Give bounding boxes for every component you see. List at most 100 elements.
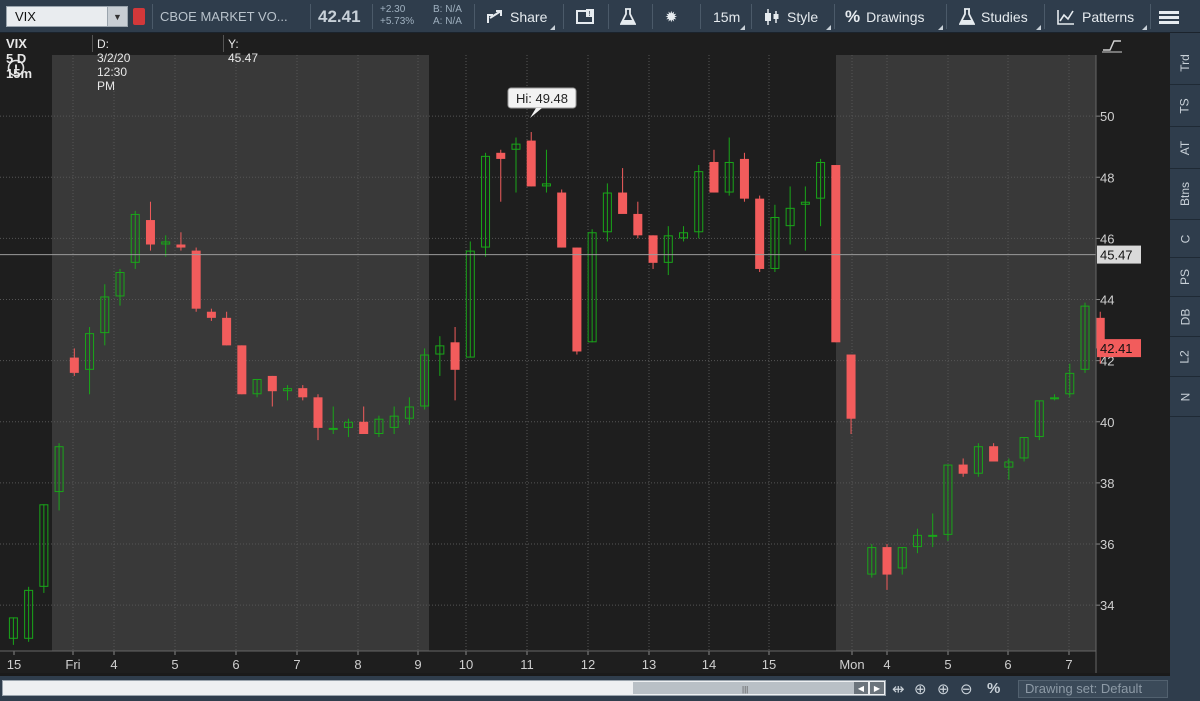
- gear-icon: ✹: [665, 8, 678, 26]
- candle-body: [206, 311, 216, 318]
- divider: [1150, 4, 1151, 29]
- x-tick-label: 4: [110, 657, 117, 672]
- settings-button[interactable]: ✹: [665, 0, 678, 33]
- x-tick-label: Mon: [839, 657, 864, 672]
- candlestick-chart[interactable]: 34363840424446485015 Fri 4 5 6 7 8 9 10 11 12 13 14 1…: [0, 33, 1170, 673]
- candle-body: [85, 333, 95, 370]
- ask-value: A: N/A: [433, 16, 462, 27]
- divider: [310, 4, 311, 29]
- dropdown-corner-icon: [938, 25, 943, 30]
- flask-button[interactable]: [620, 0, 636, 33]
- x-tick-label: 10: [459, 657, 473, 672]
- candle-body: [435, 345, 445, 355]
- candle-body: [694, 171, 704, 233]
- y-tick-label: 48: [1100, 170, 1114, 185]
- dropdown-corner-icon: [740, 25, 745, 30]
- high-callout-label: Hi: 49.48: [516, 91, 568, 106]
- divider: [474, 4, 475, 29]
- sidebar-tab-c[interactable]: C: [1170, 220, 1200, 258]
- symbol-input[interactable]: VIX: [7, 9, 107, 24]
- candle-body: [770, 216, 780, 269]
- share-button[interactable]: Share: [486, 0, 547, 33]
- sidebar-tab-ts[interactable]: TS: [1170, 85, 1200, 127]
- candle-body: [404, 406, 414, 419]
- pan-icon[interactable]: ⇹: [892, 680, 905, 698]
- candle-body: [1034, 400, 1044, 438]
- candle-body: [989, 446, 999, 462]
- last-price-label: 42.41: [1100, 341, 1133, 356]
- symbol-selector[interactable]: VIX ▼: [6, 6, 128, 27]
- candle-body: [359, 421, 369, 434]
- share-label: Share: [510, 8, 548, 25]
- candle-body: [298, 388, 308, 398]
- timeframe-button[interactable]: 15m: [713, 0, 740, 33]
- style-button[interactable]: Style: [763, 0, 818, 33]
- net-change: +2.30 +5.73%: [380, 4, 414, 28]
- price-chart[interactable]: 34 36 38 40 42 44 46 48 50 15 Fri 4 5 6 7 8 9 10 11 12 13 14 1…: [0, 33, 1170, 673]
- sidebar-tab-l2[interactable]: L2: [1170, 337, 1200, 377]
- chart-title: VIX 5 D 15m: [6, 36, 33, 81]
- horizontal-scrollbar[interactable]: ||| ◀ ▶: [2, 680, 886, 696]
- percent-icon: %: [845, 6, 861, 26]
- patterns-icon: [1057, 9, 1074, 25]
- zoom-out-icon[interactable]: ⊖: [960, 680, 973, 698]
- bid-ask: B: N/A A: N/A: [433, 4, 462, 28]
- sidebar-tab-label: Btns: [1177, 181, 1192, 207]
- sidebar-tab-db[interactable]: DB: [1170, 297, 1200, 337]
- menu-button[interactable]: [1158, 0, 1180, 33]
- sidebar-tab-at[interactable]: AT: [1170, 127, 1200, 169]
- symbol-description: CBOE MARKET VO...: [160, 9, 288, 24]
- candle-body: [1065, 372, 1075, 395]
- x-tick-label: 14: [702, 657, 716, 672]
- candle-body: [69, 357, 79, 373]
- candle-body: [100, 296, 110, 334]
- zoom-in-icon[interactable]: ⊕: [937, 680, 950, 698]
- candle-body: [24, 589, 34, 639]
- candle-body: [343, 421, 353, 428]
- scroll-left-icon[interactable]: ◀: [854, 682, 868, 694]
- x-tick-label: 5: [944, 657, 951, 672]
- expand-chart-icon[interactable]: [1100, 37, 1124, 53]
- patterns-button[interactable]: Patterns: [1056, 0, 1134, 33]
- drawings-button[interactable]: % Drawings: [845, 0, 924, 33]
- crosshair-icon[interactable]: ⊕: [914, 680, 927, 698]
- divider: [608, 4, 609, 29]
- alerts-button[interactable]: !: [576, 0, 596, 33]
- chevron-down-icon[interactable]: ▼: [107, 7, 127, 26]
- x-tick-label: 6: [232, 657, 239, 672]
- sidebar-tab-label: C: [1177, 234, 1192, 243]
- candle-body: [8, 617, 18, 639]
- candle-body: [679, 232, 689, 239]
- candle-body: [816, 161, 826, 199]
- scroll-right-icon[interactable]: ▶: [870, 682, 884, 694]
- sidebar-tab-ps[interactable]: PS: [1170, 258, 1200, 297]
- link-color-icon[interactable]: [133, 8, 145, 25]
- y-tick-label: 36: [1100, 537, 1114, 552]
- divider: [223, 35, 224, 52]
- drawing-set-selector[interactable]: Drawing set: Default: [1018, 680, 1168, 698]
- sidebar-tab-n[interactable]: N: [1170, 377, 1200, 417]
- candle-body: [912, 534, 922, 548]
- candle-body: [846, 354, 856, 419]
- x-tick-label: 13: [642, 657, 656, 672]
- dropdown-corner-icon: [1036, 25, 1041, 30]
- sidebar-tab-label: DB: [1177, 308, 1192, 325]
- divider: [152, 4, 153, 29]
- y-tick-label: 46: [1100, 231, 1114, 246]
- sidebar-tab-btns[interactable]: Btns: [1170, 169, 1200, 220]
- y-tick-label: 34: [1100, 598, 1114, 613]
- sidebar-tab-trd[interactable]: Trd: [1170, 41, 1200, 85]
- studies-button[interactable]: Studies: [959, 0, 1028, 33]
- candle-body: [572, 247, 582, 352]
- share-icon: [487, 9, 502, 23]
- candle-body: [1080, 305, 1090, 370]
- style-label: Style: [787, 8, 819, 25]
- candle-body: [496, 152, 506, 159]
- candle-body: [755, 198, 765, 269]
- change-value: +2.30: [380, 4, 406, 15]
- y-tick-label: 50: [1100, 109, 1114, 124]
- x-tick-label: 4: [883, 657, 890, 672]
- percent-scale-icon[interactable]: %: [987, 680, 1000, 697]
- x-tick-label: 8: [354, 657, 361, 672]
- divider: [92, 35, 93, 52]
